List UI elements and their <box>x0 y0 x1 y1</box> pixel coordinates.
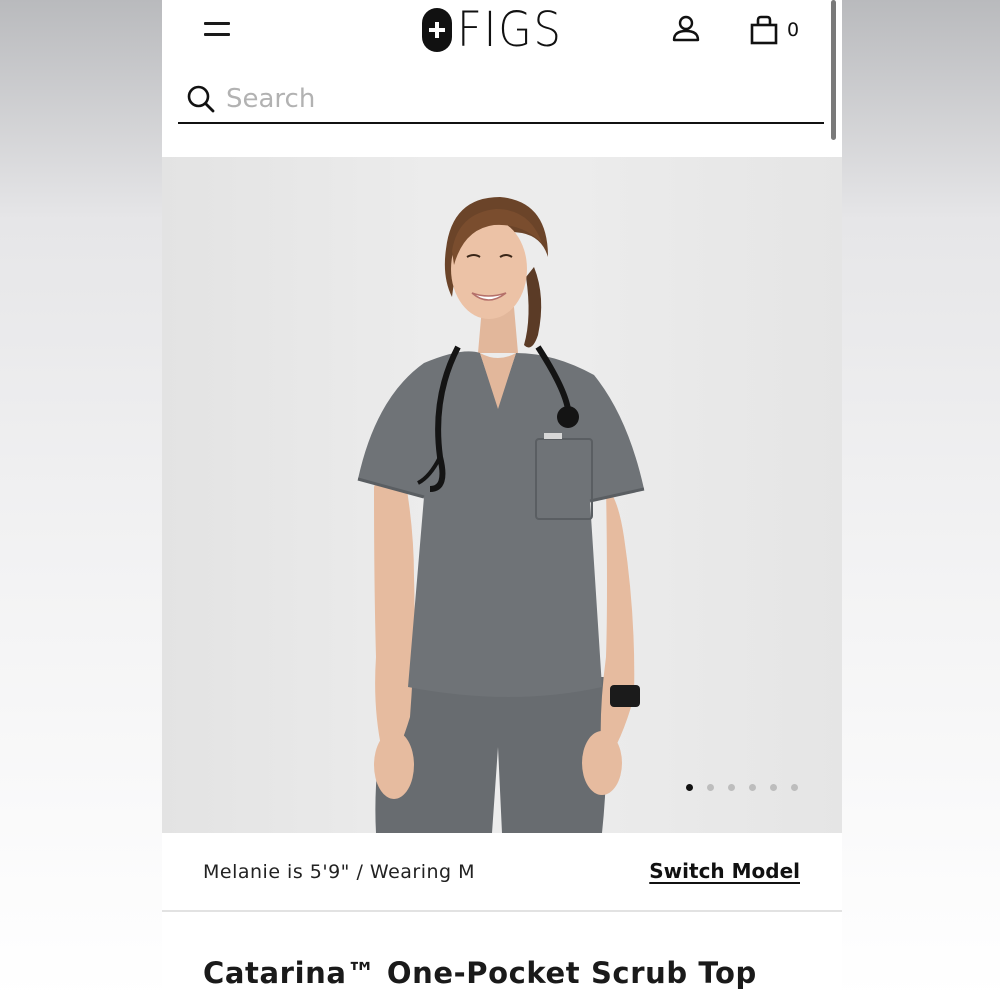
menu-button[interactable] <box>202 18 234 42</box>
search-input[interactable] <box>226 80 806 118</box>
mobile-page: FIGS 0 Search Melanie is 5'9" / Wearing … <box>162 0 842 1000</box>
image-carousel-dots <box>686 784 812 791</box>
brand-name: FIGS <box>457 2 563 58</box>
model-size-info: Melanie is 5'9" / Wearing M <box>203 861 476 883</box>
carousel-dot[interactable] <box>770 784 777 791</box>
carousel-dot[interactable] <box>728 784 735 791</box>
user-icon <box>672 15 700 42</box>
switch-model-link[interactable]: Switch Model <box>649 859 800 883</box>
carousel-dot[interactable] <box>791 784 798 791</box>
model-photo <box>357 197 645 833</box>
cross-logo-icon <box>422 8 452 52</box>
figs-logo[interactable]: FIGS <box>422 6 587 54</box>
search-icon[interactable] <box>186 84 216 114</box>
product-image[interactable] <box>162 157 842 833</box>
carousel-dot[interactable] <box>686 784 693 791</box>
scrollbar[interactable] <box>831 0 836 140</box>
cart-button[interactable]: 0 <box>750 14 810 46</box>
account-button[interactable] <box>670 14 702 44</box>
search-bar <box>178 78 824 124</box>
cart-count: 0 <box>787 19 800 41</box>
shopping-bag-icon <box>750 15 778 45</box>
model-info-bar: Melanie is 5'9" / Wearing M Switch Model <box>162 834 842 912</box>
product-title: Catarina™ One-Pocket Scrub Top <box>203 956 757 990</box>
site-header: FIGS 0 <box>162 0 842 60</box>
carousel-dot[interactable] <box>707 784 714 791</box>
carousel-dot[interactable] <box>749 784 756 791</box>
